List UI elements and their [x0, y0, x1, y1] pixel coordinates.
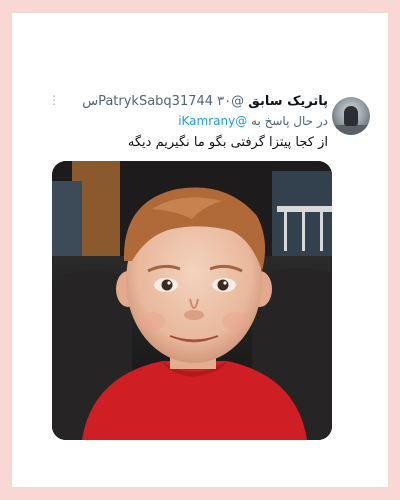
reply-prefix: در حال پاسخ به [251, 114, 328, 128]
reply-mention-link[interactable]: @iKamrany [178, 114, 247, 128]
tweet-text: از کجا پیتزا گرفتی بگو ما نگیریم دیگه [127, 135, 328, 150]
avatar-ground [332, 125, 370, 135]
reply-context: در حال پاسخ به @iKamrany [42, 113, 328, 129]
tweet-author-line: پاتریک سابق @PatrykSabq31744 ۳۰س [72, 93, 328, 111]
tweet-card: ⋮ پاتریک سابق @PatrykSabq31744 ۳۰س در حا… [12, 13, 388, 487]
avatar[interactable] [332, 97, 370, 135]
more-horizontal-icon[interactable]: ⋮ [48, 93, 61, 107]
author-display-name[interactable]: پاتریک سابق [248, 94, 328, 109]
avatar-figure [344, 106, 358, 126]
tweet-media-image[interactable] [52, 161, 332, 440]
child-photo [52, 161, 332, 440]
